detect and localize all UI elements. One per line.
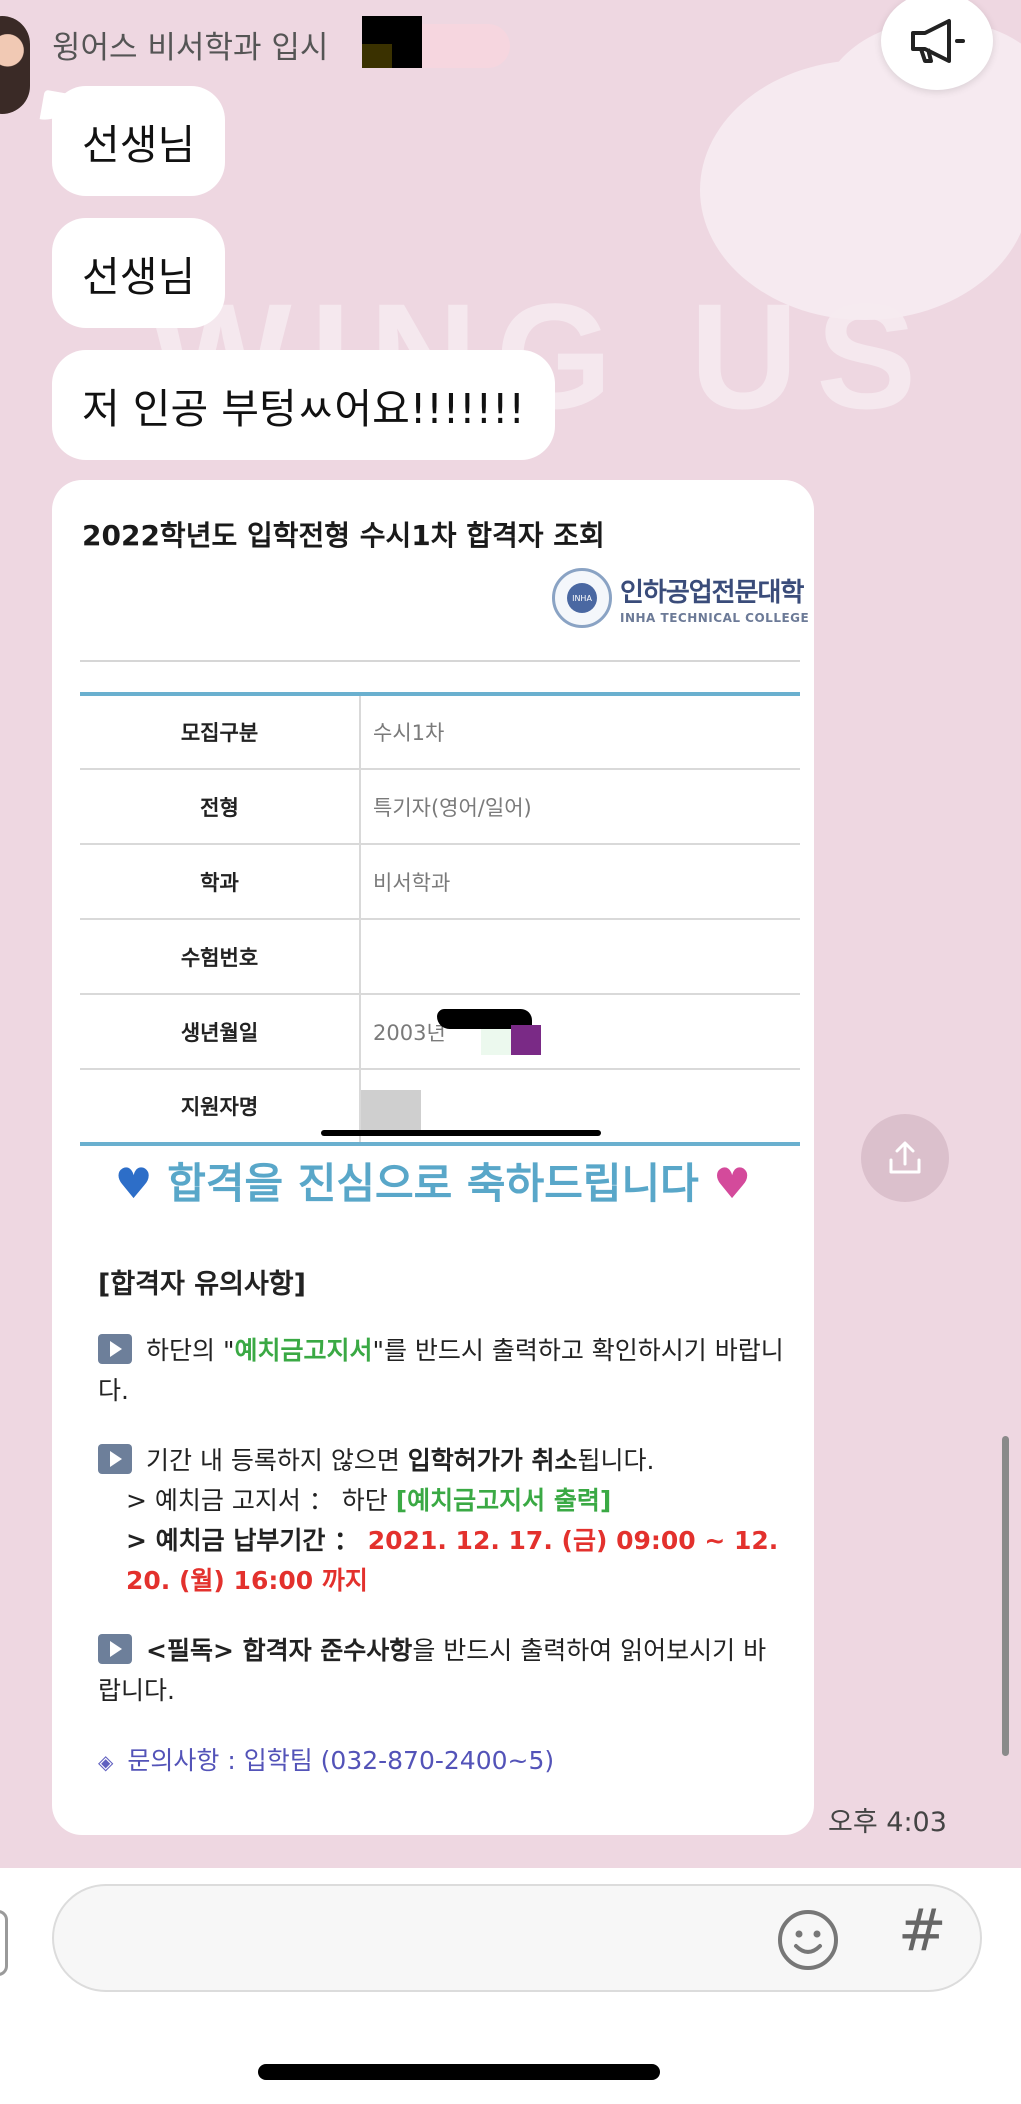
note-sub-item: > 예치금 납부기간 ： 2021. 12. 17. (금) 09:00 ~ 1… (126, 1526, 779, 1595)
message-bubble[interactable]: 저 인공 부텅ㅆ어요!!!!!!! (52, 350, 555, 460)
avatar[interactable] (0, 16, 30, 114)
row-value: 2003년 (360, 994, 800, 1070)
result-table: 모집구분 수시1차 전형 특기자(영어/일어) 학과 비서학과 수험번호 생년월… (80, 692, 800, 1146)
row-label: 지원자명 (80, 1069, 361, 1144)
table-row: 생년월일 2003년 (80, 994, 800, 1070)
row-label: 수험번호 (80, 919, 361, 995)
share-button[interactable] (861, 1114, 949, 1202)
row-value: 비서학과 (360, 844, 800, 920)
college-name-en: INHA TECHNICAL COLLEGE (620, 610, 810, 625)
diamond-icon: ◈ (98, 1750, 114, 1774)
birthdate-value: 2003년 (373, 1020, 446, 1045)
row-value: 특기자(영어/일어) (360, 769, 800, 845)
message-bubble[interactable]: 선생님 (52, 86, 226, 196)
message-bubble[interactable]: 선생님 (52, 218, 226, 328)
row-value: 수시1차 (360, 694, 800, 770)
row-label: 전형 (80, 769, 361, 845)
row-label: 생년월일 (80, 994, 361, 1070)
contact-info: ◈ 문의사항 : 입학팀 (032-870-2400~5) (98, 1746, 555, 1775)
sparkling-heart-icon: ♥ (713, 1159, 752, 1208)
table-row: 수험번호 (80, 919, 800, 995)
redaction-mark (321, 1130, 601, 1136)
play-icon (98, 1334, 132, 1364)
input-bar: # (0, 1868, 1021, 2104)
table-row: 학과 비서학과 (80, 844, 800, 920)
note-item: 기간 내 등록하지 않으면 입학허가가 취소됩니다. > 예치금 고지서 ： 하… (98, 1441, 788, 1601)
blue-heart-icon: ♥ (114, 1159, 153, 1208)
result-title: 2022학년도 입학전형 수시1차 합격자 조회 (82, 519, 605, 552)
message-input[interactable] (52, 1884, 982, 1992)
play-icon (98, 1634, 132, 1664)
note-item: <필독> 합격자 준수사항을 반드시 출력하여 읽어보시기 바랍니다. (98, 1634, 767, 1705)
play-icon (98, 1444, 132, 1474)
smiley-icon[interactable] (776, 1908, 840, 1972)
row-label: 모집구분 (80, 694, 361, 770)
image-message[interactable]: 2022학년도 입학전형 수시1차 합격자 조회 INHA 인하공업전문대학 I… (52, 480, 814, 1835)
redaction-mark (362, 16, 422, 68)
row-value (360, 919, 800, 995)
notes-section: [합격자 유의사항] 하단의 "예치금고지서"를 반드시 출력하고 확인하시기 … (98, 1265, 788, 1782)
divider (80, 660, 800, 662)
scrollbar[interactable] (1002, 1436, 1009, 1756)
attachment-button[interactable] (0, 1910, 8, 1976)
hashtag-button[interactable]: # (898, 1896, 947, 1964)
home-indicator (258, 2064, 660, 2080)
redaction-mark (511, 1025, 541, 1055)
table-row: 전형 특기자(영어/일어) (80, 769, 800, 845)
congratulations-banner: ♥ 합격을 진심으로 축하드립니다 ♥ (114, 1159, 752, 1208)
share-icon (889, 1141, 921, 1174)
notes-title: [합격자 유의사항] (98, 1269, 306, 1300)
message-timestamp: 오후 4:03 (828, 1807, 947, 1838)
row-label: 학과 (80, 844, 361, 920)
college-name-ko: 인하공업전문대학 (620, 577, 804, 608)
note-item: 하단의 "예치금고지서"를 반드시 출력하고 확인하시기 바랍니다. (98, 1334, 784, 1405)
redaction-mark (361, 1090, 421, 1130)
megaphone-icon (911, 19, 965, 63)
table-row: 모집구분 수시1차 (80, 694, 800, 770)
note-sub-item: > 예치금 고지서 ： 하단 [예치금고지서 출력] (126, 1486, 612, 1515)
row-value (321, 1069, 800, 1144)
sender-name: 윙어스 비서학과 입시 (52, 30, 329, 66)
college-seal-icon: INHA (552, 568, 612, 628)
table-row: 지원자명 (80, 1069, 800, 1144)
college-logo: INHA 인하공업전문대학 INHA TECHNICAL COLLEGE (552, 568, 809, 628)
